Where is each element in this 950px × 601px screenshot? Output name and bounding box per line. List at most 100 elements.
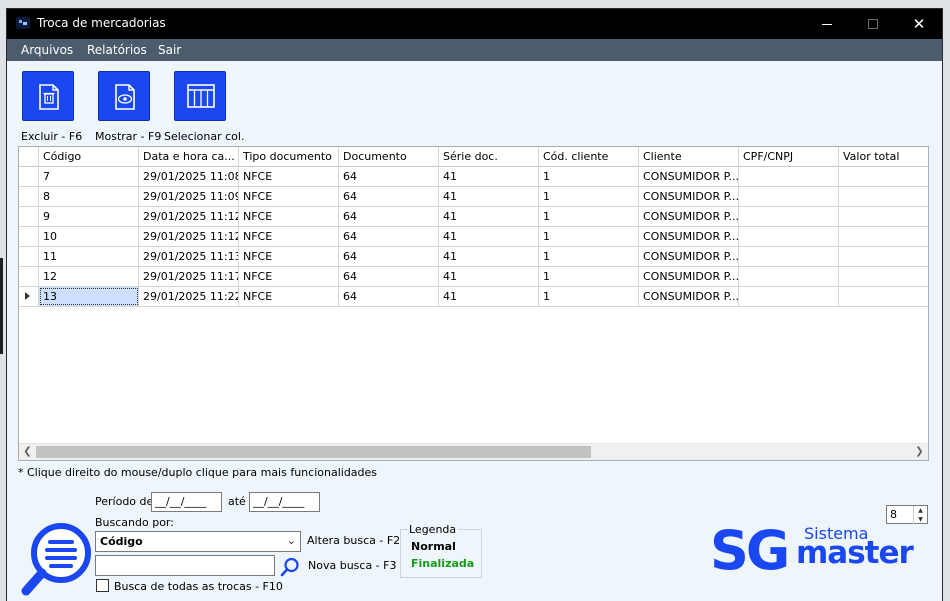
cell-cpf-cnpj[interactable] xyxy=(739,247,839,266)
cell-serie-doc[interactable]: 41 xyxy=(439,207,539,226)
row-header[interactable] xyxy=(19,287,39,306)
column-header-documento[interactable]: Documento xyxy=(339,147,439,167)
cell-valor-total[interactable] xyxy=(839,227,928,246)
table-row[interactable]: 7 29/01/2025 11:08 NFCE 64 41 1 CONSUMIDOR P..… xyxy=(19,167,928,187)
cell-codigo[interactable]: 9 xyxy=(39,207,139,226)
mostrar-button[interactable] xyxy=(98,71,150,121)
column-header-cliente[interactable]: Cliente xyxy=(639,147,739,167)
cell-serie-doc[interactable]: 41 xyxy=(439,287,539,306)
row-header[interactable] xyxy=(19,167,39,186)
cell-valor-total[interactable] xyxy=(839,247,928,266)
cell-tipo-documento[interactable]: NFCE xyxy=(239,187,339,206)
cell-valor-total[interactable] xyxy=(839,267,928,286)
cell-documento[interactable]: 64 xyxy=(339,187,439,206)
minimize-button[interactable] xyxy=(804,9,850,39)
menu-relatorios[interactable]: Relatórios xyxy=(87,43,147,57)
table-row[interactable]: 9 29/01/2025 11:12 NFCE 64 41 1 CONSUMIDOR P..… xyxy=(19,207,928,227)
cell-data-hora[interactable]: 29/01/2025 11:17 xyxy=(139,267,239,286)
cell-cod-cliente[interactable]: 1 xyxy=(539,207,639,226)
table-row[interactable]: 10 29/01/2025 11:12 NFCE 64 41 1 CONSUMIDOR P.… xyxy=(19,227,928,247)
todas-trocas-checkbox[interactable] xyxy=(96,579,109,592)
maximize-button[interactable] xyxy=(850,9,896,39)
column-header-serie-doc[interactable]: Série doc. xyxy=(439,147,539,167)
cell-cliente[interactable]: CONSUMIDOR P... xyxy=(639,167,739,186)
menu-sair[interactable]: Sair xyxy=(158,43,181,57)
cell-serie-doc[interactable]: 41 xyxy=(439,227,539,246)
cell-tipo-documento[interactable]: NFCE xyxy=(239,247,339,266)
cell-cliente[interactable]: CONSUMIDOR P... xyxy=(639,207,739,226)
cell-cpf-cnpj[interactable] xyxy=(739,207,839,226)
cell-tipo-documento[interactable]: NFCE xyxy=(239,287,339,306)
cell-documento[interactable]: 64 xyxy=(339,207,439,226)
row-header[interactable] xyxy=(19,227,39,246)
cell-cod-cliente[interactable]: 1 xyxy=(539,287,639,306)
cell-documento[interactable]: 64 xyxy=(339,267,439,286)
spin-down-icon[interactable]: ▼ xyxy=(913,515,927,524)
cell-cod-cliente[interactable]: 1 xyxy=(539,267,639,286)
table-row[interactable]: 12 29/01/2025 11:17 NFCE 64 41 1 CONSUMIDOR P.… xyxy=(19,267,928,287)
cell-cod-cliente[interactable]: 1 xyxy=(539,247,639,266)
page-size-spinner[interactable]: 8 ▲ ▼ xyxy=(886,505,928,524)
cell-valor-total[interactable] xyxy=(839,207,928,226)
column-header-tipo-documento[interactable]: Tipo documento xyxy=(239,147,339,167)
column-header-cod-cliente[interactable]: Cód. cliente xyxy=(539,147,639,167)
cell-codigo[interactable]: 7 xyxy=(39,167,139,186)
cell-tipo-documento[interactable]: NFCE xyxy=(239,267,339,286)
date-from-input[interactable]: __/__/____ xyxy=(151,492,222,512)
search-input[interactable] xyxy=(95,555,275,576)
cell-cliente[interactable]: CONSUMIDOR P... xyxy=(639,267,739,286)
cell-codigo[interactable]: 12 xyxy=(39,267,139,286)
cell-cliente[interactable]: CONSUMIDOR P... xyxy=(639,227,739,246)
column-header-data-hora[interactable]: Data e hora ca... xyxy=(139,147,239,167)
cell-serie-doc[interactable]: 41 xyxy=(439,167,539,186)
cell-serie-doc[interactable]: 41 xyxy=(439,187,539,206)
cell-tipo-documento[interactable]: NFCE xyxy=(239,167,339,186)
horizontal-scrollbar[interactable]: ❮ ❯ xyxy=(19,443,928,460)
cell-valor-total[interactable] xyxy=(839,167,928,186)
cell-documento[interactable]: 64 xyxy=(339,167,439,186)
cell-cod-cliente[interactable]: 1 xyxy=(539,187,639,206)
table-row[interactable]: 8 29/01/2025 11:09 NFCE 64 41 1 CONSUMIDOR P..… xyxy=(19,187,928,207)
cell-data-hora[interactable]: 29/01/2025 11:08 xyxy=(139,167,239,186)
excluir-button[interactable] xyxy=(22,71,74,121)
scroll-left-icon[interactable]: ❮ xyxy=(19,444,36,460)
cell-cpf-cnpj[interactable] xyxy=(739,227,839,246)
cell-cpf-cnpj[interactable] xyxy=(739,187,839,206)
search-by-select[interactable]: Código ⌄ xyxy=(95,531,301,552)
cell-serie-doc[interactable]: 41 xyxy=(439,247,539,266)
cell-valor-total[interactable] xyxy=(839,287,928,306)
spin-up-icon[interactable]: ▲ xyxy=(913,506,927,515)
row-header[interactable] xyxy=(19,267,39,286)
scrollbar-thumb[interactable] xyxy=(36,446,591,458)
todas-trocas-label[interactable]: Busca de todas as trocas - F10 xyxy=(114,580,283,593)
search-icon[interactable] xyxy=(279,556,301,578)
cell-serie-doc[interactable]: 41 xyxy=(439,267,539,286)
cell-codigo[interactable]: 10 xyxy=(39,227,139,246)
cell-documento[interactable]: 64 xyxy=(339,287,439,306)
table-row[interactable]: 11 29/01/2025 11:13 NFCE 64 41 1 CONSUMIDOR P.… xyxy=(19,247,928,267)
selecionar-colunas-button[interactable] xyxy=(174,71,226,121)
cell-codigo[interactable]: 13 xyxy=(39,287,139,306)
cell-data-hora[interactable]: 29/01/2025 11:12 xyxy=(139,207,239,226)
row-header[interactable] xyxy=(19,207,39,226)
column-header-cpf-cnpj[interactable]: CPF/CNPJ xyxy=(739,147,839,167)
cell-valor-total[interactable] xyxy=(839,187,928,206)
cell-documento[interactable]: 64 xyxy=(339,247,439,266)
cell-cpf-cnpj[interactable] xyxy=(739,167,839,186)
row-header[interactable] xyxy=(19,187,39,206)
cell-codigo[interactable]: 11 xyxy=(39,247,139,266)
column-header-codigo[interactable]: Código xyxy=(39,147,139,167)
cell-data-hora[interactable]: 29/01/2025 11:22 xyxy=(139,287,239,306)
scroll-right-icon[interactable]: ❯ xyxy=(911,444,928,460)
table-row[interactable]: 13 29/01/2025 11:22 NFCE 64 41 1 CONSUMIDOR P.… xyxy=(19,287,928,307)
row-header[interactable] xyxy=(19,247,39,266)
cell-documento[interactable]: 64 xyxy=(339,227,439,246)
cell-codigo[interactable]: 8 xyxy=(39,187,139,206)
cell-cliente[interactable]: CONSUMIDOR P... xyxy=(639,187,739,206)
cell-data-hora[interactable]: 29/01/2025 11:13 xyxy=(139,247,239,266)
menu-arquivos[interactable]: Arquivos xyxy=(21,43,73,57)
cell-cpf-cnpj[interactable] xyxy=(739,267,839,286)
cell-cod-cliente[interactable]: 1 xyxy=(539,167,639,186)
column-header-valor-total[interactable]: Valor total xyxy=(839,147,928,167)
cell-cliente[interactable]: CONSUMIDOR P... xyxy=(639,287,739,306)
